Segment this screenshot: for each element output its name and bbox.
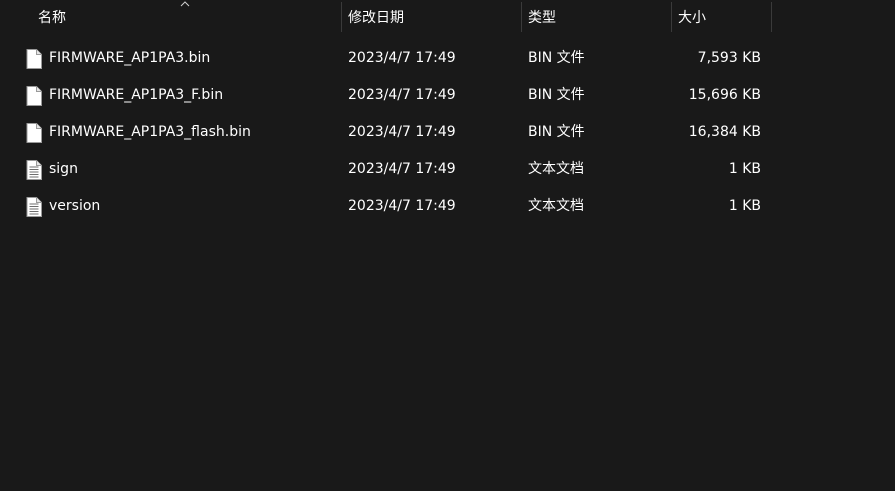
file-date-modified: 2023/4/7 17:49 — [348, 87, 456, 103]
column-header-size[interactable]: 大小 — [671, 0, 771, 34]
file-size: 7,593 KB — [697, 50, 761, 66]
blank-file-icon — [26, 49, 42, 69]
file-type: BIN 文件 — [528, 50, 585, 66]
column-header-type[interactable]: 类型 — [521, 0, 671, 34]
file-type: BIN 文件 — [528, 124, 585, 140]
file-name: version — [49, 198, 101, 214]
file-type: 文本文档 — [528, 198, 584, 214]
file-list-view: 名称 修改日期 类型 大小 FIRMWARE_AP1PA3.bin 2023/4… — [0, 0, 895, 491]
file-name: FIRMWARE_AP1PA3_flash.bin — [49, 124, 251, 140]
file-name: FIRMWARE_AP1PA3.bin — [49, 50, 211, 66]
file-name: FIRMWARE_AP1PA3_F.bin — [49, 87, 224, 103]
file-date-modified: 2023/4/7 17:49 — [348, 161, 456, 177]
file-size: 1 KB — [728, 198, 761, 214]
file-row[interactable]: FIRMWARE_AP1PA3.bin 2023/4/7 17:49 BIN 文… — [22, 40, 772, 77]
file-row[interactable]: FIRMWARE_AP1PA3_F.bin 2023/4/7 17:49 BIN… — [22, 77, 772, 114]
text-file-icon — [26, 197, 42, 217]
blank-file-icon — [26, 86, 42, 106]
column-divider[interactable] — [771, 2, 772, 32]
file-row[interactable]: version 2023/4/7 17:49 文本文档 1 KB — [22, 188, 772, 225]
file-type: 文本文档 — [528, 161, 584, 177]
file-size: 16,384 KB — [688, 124, 761, 140]
column-header-date-modified[interactable]: 修改日期 — [341, 0, 521, 34]
file-date-modified: 2023/4/7 17:49 — [348, 124, 456, 140]
file-row[interactable]: sign 2023/4/7 17:49 文本文档 1 KB — [22, 151, 772, 188]
column-header-bar: 名称 修改日期 类型 大小 — [0, 0, 895, 34]
file-size: 15,696 KB — [688, 87, 761, 103]
file-name: sign — [49, 161, 78, 177]
file-row[interactable]: FIRMWARE_AP1PA3_flash.bin 2023/4/7 17:49… — [22, 114, 772, 151]
text-file-icon — [26, 160, 42, 180]
file-date-modified: 2023/4/7 17:49 — [348, 50, 456, 66]
file-size: 1 KB — [728, 161, 761, 177]
column-header-name[interactable]: 名称 — [31, 0, 341, 34]
file-type: BIN 文件 — [528, 87, 585, 103]
file-date-modified: 2023/4/7 17:49 — [348, 198, 456, 214]
blank-file-icon — [26, 123, 42, 143]
